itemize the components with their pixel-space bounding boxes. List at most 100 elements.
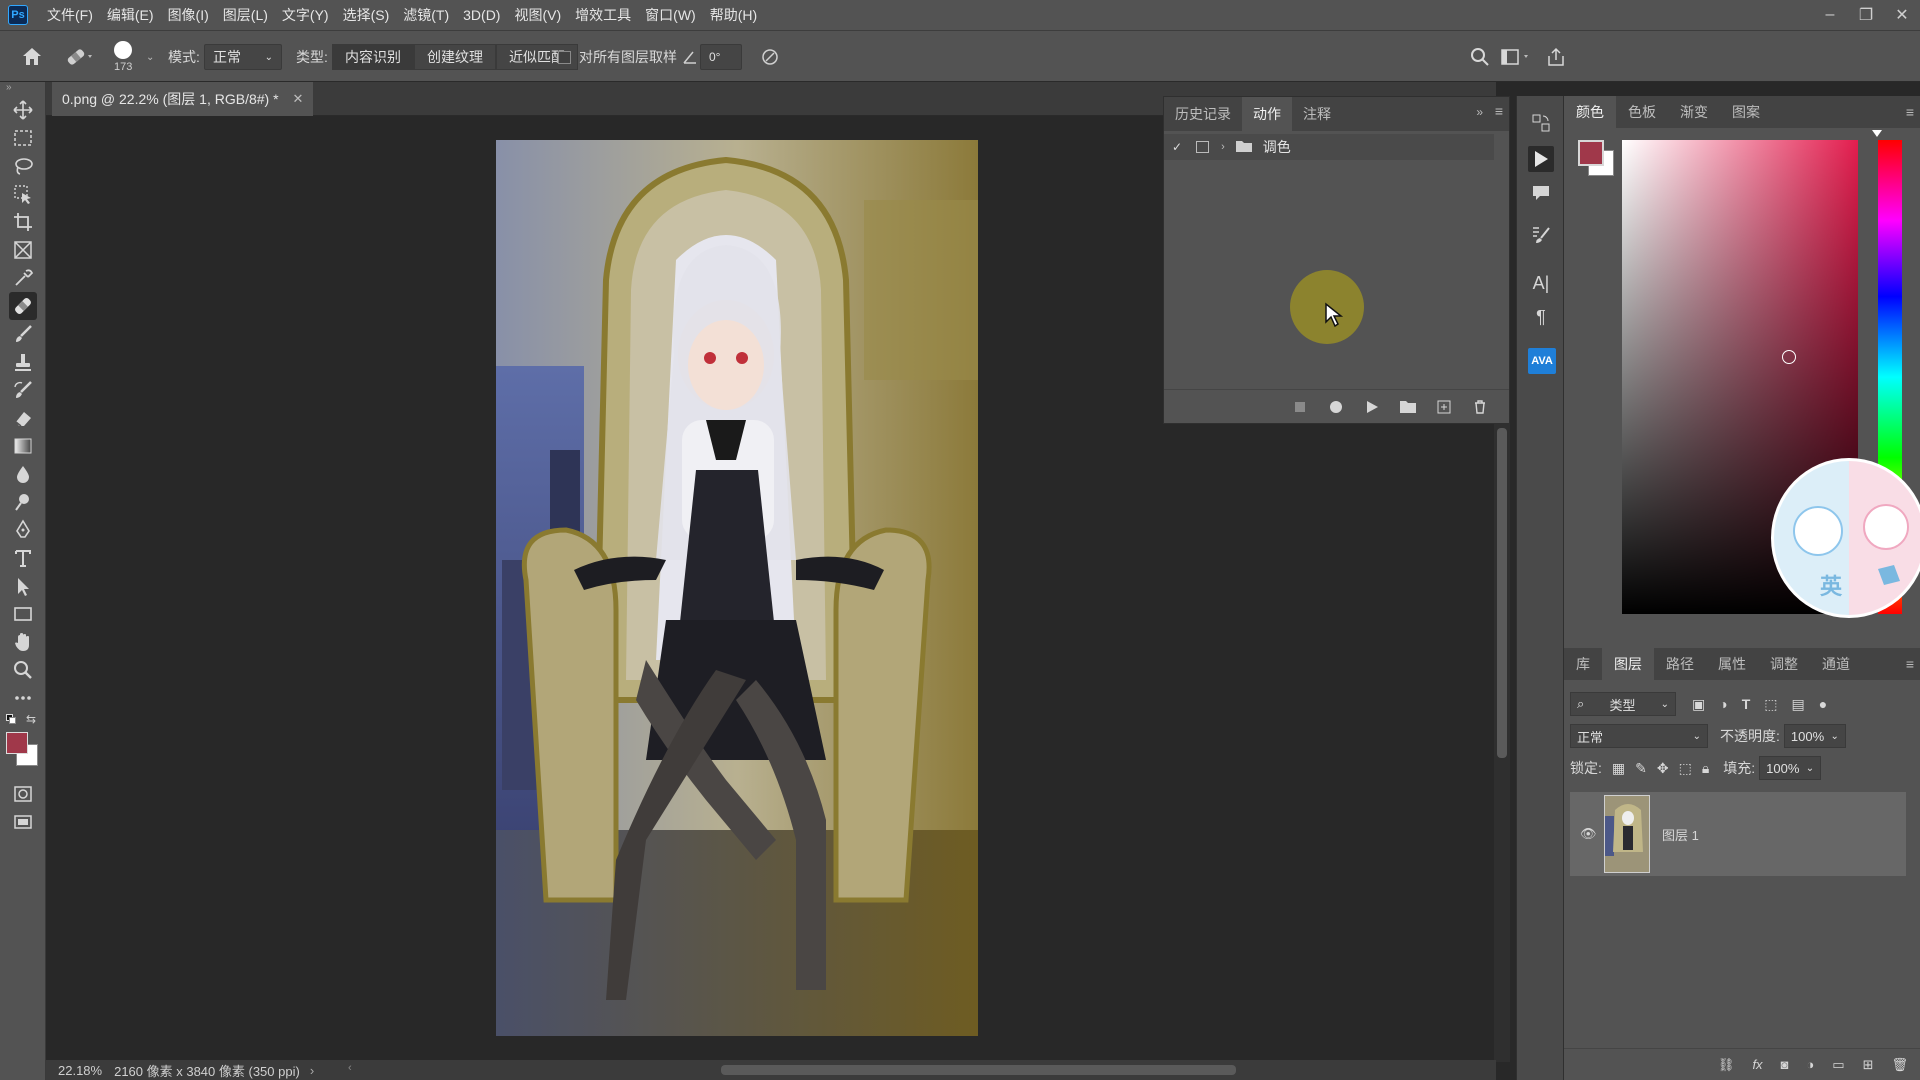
new-action-icon[interactable]: [1435, 398, 1453, 416]
menu-help[interactable]: 帮助(H): [703, 0, 764, 30]
panel-menu-icon[interactable]: ≡: [1495, 103, 1503, 119]
pressure-size-icon[interactable]: [760, 31, 780, 83]
layers-panel-menu-icon[interactable]: ≡: [1906, 656, 1914, 672]
filter-toggle-icon[interactable]: ●: [1819, 696, 1827, 712]
dialog-toggle-icon[interactable]: [1196, 141, 1210, 153]
brush-settings-icon[interactable]: [1528, 222, 1554, 248]
color-swatches[interactable]: [6, 732, 40, 768]
lock-position-icon[interactable]: ✥: [1657, 760, 1669, 777]
new-set-icon[interactable]: [1399, 398, 1417, 416]
fill-input[interactable]: 100% ⌄: [1759, 756, 1822, 780]
gradient-tool-icon[interactable]: [9, 432, 37, 460]
frame-tool-icon[interactable]: [9, 236, 37, 264]
sample-all-layers-toggle[interactable]: 对所有图层取样: [558, 31, 677, 83]
hue-slider-marker[interactable]: [1872, 130, 1882, 137]
new-group-icon[interactable]: ▭: [1832, 1057, 1844, 1073]
horizontal-scroll-thumb[interactable]: [721, 1065, 1236, 1075]
menu-filter[interactable]: 滤镜(T): [396, 0, 456, 30]
filter-adjustment-icon[interactable]: ◑: [1719, 696, 1727, 712]
clone-stamp-tool-icon[interactable]: [9, 348, 37, 376]
tab-libraries[interactable]: 库: [1564, 648, 1602, 680]
brush-tool-icon[interactable]: [9, 320, 37, 348]
filter-type-icon[interactable]: T: [1742, 696, 1751, 712]
foreground-color-swatch[interactable]: [6, 732, 28, 754]
pen-tool-icon[interactable]: [9, 516, 37, 544]
add-mask-icon[interactable]: ◙: [1781, 1057, 1789, 1072]
healing-brush-tool-icon[interactable]: [9, 292, 37, 320]
tab-layers[interactable]: 图层: [1602, 648, 1654, 680]
tab-notes[interactable]: 注释: [1292, 97, 1342, 131]
eraser-tool-icon[interactable]: [9, 404, 37, 432]
menu-type[interactable]: 文字(Y): [275, 0, 336, 30]
angle-input[interactable]: 0°: [700, 44, 742, 70]
move-tool-icon[interactable]: [9, 96, 37, 124]
rectangle-tool-icon[interactable]: [9, 600, 37, 628]
new-layer-icon[interactable]: ⊞: [1863, 1057, 1874, 1073]
dodge-tool-icon[interactable]: [9, 488, 37, 516]
comments-panel-icon[interactable]: [1528, 180, 1554, 206]
stop-icon[interactable]: [1291, 398, 1309, 416]
adjustment-layer-icon[interactable]: ◑: [1806, 1057, 1814, 1072]
layer-row[interactable]: 👁︎ 图层 1: [1570, 792, 1906, 876]
lock-image-icon[interactable]: ✎: [1635, 760, 1647, 777]
mode-select[interactable]: 正常 ⌄: [204, 44, 282, 70]
foreground-color-swatch[interactable]: [1578, 140, 1604, 166]
vertical-scroll-thumb[interactable]: [1497, 428, 1507, 758]
tab-color[interactable]: 颜色: [1564, 96, 1616, 128]
path-selection-tool-icon[interactable]: [9, 572, 37, 600]
vertical-scrollbar[interactable]: [1494, 422, 1510, 1062]
sample-all-layers-checkbox[interactable]: [558, 50, 571, 64]
menu-edit[interactable]: 编辑(E): [100, 0, 161, 30]
search-icon[interactable]: [1470, 31, 1490, 83]
horizontal-scrollbar[interactable]: [396, 1065, 1496, 1075]
document-image[interactable]: [496, 140, 978, 1036]
layer-style-icon[interactable]: fx: [1752, 1057, 1762, 1072]
scroll-left-icon[interactable]: ‹: [348, 1062, 352, 1074]
menu-image[interactable]: 图像(I): [161, 0, 216, 30]
brush-dropdown-icon[interactable]: ⌄: [146, 31, 154, 83]
menu-view[interactable]: 视图(V): [507, 0, 568, 30]
object-selection-tool-icon[interactable]: [9, 180, 37, 208]
filter-smart-object-icon[interactable]: ▤: [1792, 696, 1805, 713]
tab-channels[interactable]: 通道: [1810, 648, 1862, 680]
layer-filter-select[interactable]: ⌕ 类型 ⌄: [1570, 692, 1676, 716]
delete-icon[interactable]: [1471, 398, 1489, 416]
home-icon[interactable]: [20, 31, 44, 83]
action-set-row[interactable]: ✓ › 调色: [1164, 134, 1494, 160]
swap-colors-icon[interactable]: ⇆: [26, 712, 36, 726]
marquee-tool-icon[interactable]: [9, 124, 37, 152]
tab-paths[interactable]: 路径: [1654, 648, 1706, 680]
workspace-icon[interactable]: [1500, 31, 1532, 83]
status-more-icon[interactable]: ›: [310, 1063, 314, 1078]
document-tab[interactable]: 0.png @ 22.2% (图层 1, RGB/8#) * ✕: [52, 82, 314, 116]
paragraph-panel-icon[interactable]: ¶: [1528, 304, 1554, 330]
more-tools-icon[interactable]: [9, 684, 37, 712]
create-texture-button[interactable]: 创建纹理: [414, 44, 496, 70]
link-layers-icon[interactable]: ⛓︎: [1718, 1057, 1735, 1073]
close-tab-icon[interactable]: ✕: [293, 91, 304, 107]
crop-tool-icon[interactable]: [9, 208, 37, 236]
minimize-icon[interactable]: –: [1812, 0, 1848, 30]
tool-preset-picker[interactable]: [64, 31, 96, 83]
menu-layer[interactable]: 图层(L): [216, 0, 275, 30]
lock-transparent-icon[interactable]: ▦: [1612, 760, 1625, 777]
delete-layer-icon[interactable]: 🗑︎: [1891, 1057, 1908, 1073]
menu-file[interactable]: 文件(F): [40, 0, 100, 30]
blend-mode-select[interactable]: 正常 ⌄: [1570, 724, 1708, 748]
history-panel-icon[interactable]: [1528, 110, 1554, 136]
tab-swatches[interactable]: 色板: [1616, 96, 1668, 128]
expand-chevron-icon[interactable]: ›: [1221, 141, 1225, 153]
lock-all-icon[interactable]: 🔒︎: [1702, 760, 1709, 777]
filter-pixel-icon[interactable]: ▣: [1692, 696, 1705, 713]
character-panel-icon[interactable]: A|: [1528, 270, 1554, 296]
layer-thumbnail[interactable]: [1604, 795, 1650, 873]
filter-shape-icon[interactable]: ⬚: [1764, 696, 1777, 713]
lock-artboard-icon[interactable]: ⬚: [1679, 760, 1692, 777]
zoom-tool-icon[interactable]: [9, 656, 37, 684]
layer-name[interactable]: 图层 1: [1662, 825, 1699, 844]
restore-icon[interactable]: ❐: [1848, 0, 1884, 30]
menu-select[interactable]: 选择(S): [336, 0, 397, 30]
tab-patterns[interactable]: 图案: [1720, 96, 1772, 128]
tab-history[interactable]: 历史记录: [1164, 97, 1242, 131]
collapse-icon[interactable]: »: [6, 82, 12, 93]
